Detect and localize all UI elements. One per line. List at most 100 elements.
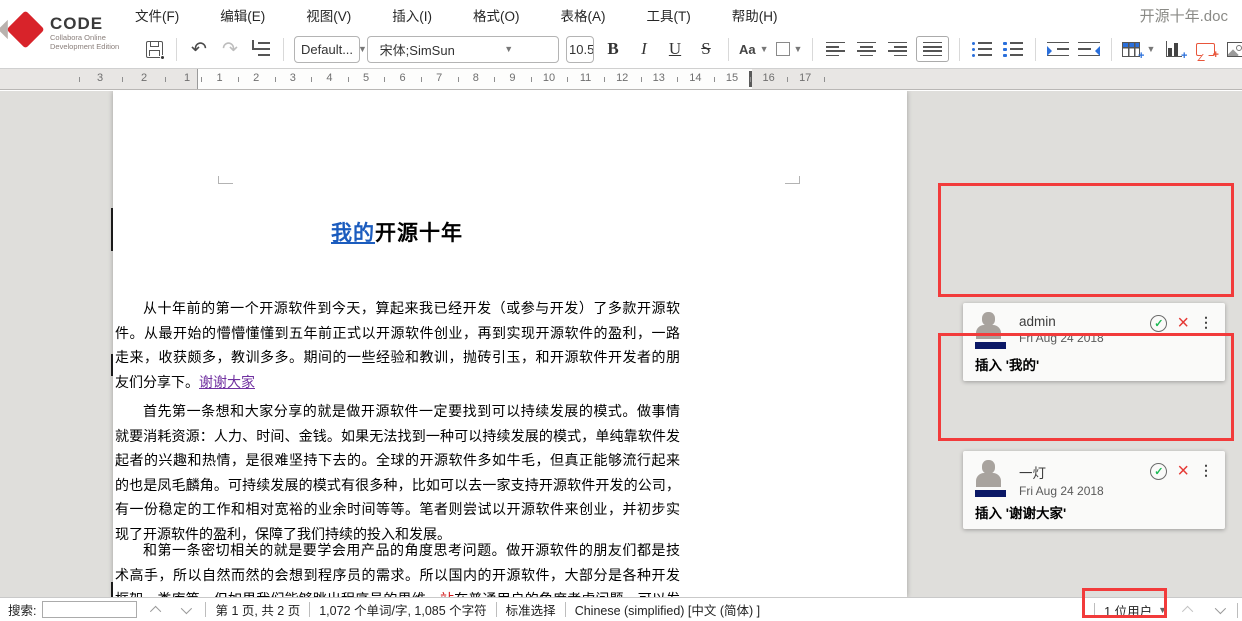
scroll-prev-button[interactable] — [1185, 603, 1193, 617]
ruler-number: 11 — [580, 72, 591, 84]
highlight-color-button[interactable]: ▼ — [776, 36, 803, 62]
page-number-status[interactable]: 第 1 页, 共 2 页 — [215, 600, 300, 619]
color-box-icon — [776, 42, 790, 56]
redo-icon: ↷ — [222, 40, 238, 59]
menu-view[interactable]: 视图(V) — [306, 5, 351, 25]
user-list-button[interactable]: 1 位用户▼ — [1104, 601, 1167, 620]
change-bar — [111, 354, 113, 376]
paragraph-3: 和第一条密切相关的就是要学会用产品的角度思考问题。做开源软件的朋友们都是技 术高… — [115, 538, 680, 597]
avatar — [975, 460, 1009, 498]
search-label: 搜索: — [8, 600, 36, 619]
save-button[interactable] — [142, 36, 166, 62]
insert-image-button[interactable] — [1224, 36, 1242, 62]
top-bar: CODE Collabora Online Development Editio… — [0, 0, 1242, 68]
comment-card-yideng[interactable]: 一灯 Fri Aug 24 2018 ✓ × ⋮ 插入 '谢谢大家' — [963, 451, 1225, 529]
comment-card-admin[interactable]: admin Fri Aug 24 2018 ✓ × ⋮ 插入 '我的' — [963, 303, 1225, 381]
comment-date: Fri Aug 24 2018 — [1019, 484, 1150, 498]
change-bar — [111, 208, 113, 251]
chevron-up-icon — [1182, 606, 1193, 617]
redo-button[interactable]: ↷ — [218, 36, 242, 62]
comment-menu-icon[interactable]: ⋮ — [1199, 315, 1213, 330]
menu-file[interactable]: 文件(F) — [135, 5, 179, 25]
ruler-number: 17 — [799, 72, 811, 84]
search-input[interactable] — [42, 601, 137, 618]
accept-change-icon[interactable]: ✓ — [1150, 463, 1167, 480]
align-right-icon — [888, 42, 907, 57]
logo-subtitle-1: Collabora Online — [50, 33, 119, 42]
align-right-button[interactable] — [885, 36, 909, 62]
align-justify-button[interactable] — [916, 36, 949, 62]
avatar — [975, 312, 1009, 350]
track-changes-button[interactable] — [249, 36, 273, 62]
menu-format[interactable]: 格式(O) — [473, 5, 520, 25]
ruler-number: 1 — [217, 72, 223, 84]
text-line: 和第一条密切相关的就是要学会用产品的角度思考问题。做开源软件的朋友们都是技 — [115, 538, 680, 563]
insert-chart-button[interactable]: + — [1162, 36, 1186, 62]
text-line: 的也是凤毛麟角。可持续发展的模式有很多种，比如可以去一家支持开源软件开发的公司， — [115, 473, 680, 498]
search-prev-button[interactable] — [153, 603, 161, 617]
font-name-select[interactable]: 宋体;SimSun▼ — [367, 36, 559, 63]
chevron-up-icon — [150, 605, 161, 616]
reject-change-icon[interactable]: × — [1177, 315, 1189, 331]
language-status[interactable]: Chinese (simplified) [中文 (简体) ] — [575, 600, 760, 619]
scroll-next-button[interactable] — [1215, 603, 1223, 617]
text-line: 框架、类库等。但如果我们能够跳出程序员的思维，站在普通用户的角度考虑问题，可以发 — [115, 587, 680, 597]
search-next-button[interactable] — [181, 603, 189, 617]
menu-help[interactable]: 帮助(H) — [732, 5, 778, 25]
undo-icon: ↶ — [191, 40, 207, 59]
ruler-number: 9 — [509, 72, 515, 84]
comment-date: Fri Aug 24 2018 — [1019, 331, 1150, 345]
bold-button[interactable]: B — [601, 36, 625, 62]
font-size-input[interactable]: 10.5 — [566, 36, 594, 63]
insert-table-icon: + — [1122, 42, 1140, 57]
text-line: 起者的兴趣和热情，是很难坚持下去的。全球的开源软件多如牛毛，但真正能够流行起来 — [115, 448, 680, 473]
text-line: 件。从最开始的懵懵懂懂到五年前正式以开源软件创业，再到实现开源软件的盈利，一路 — [115, 321, 680, 346]
document-canvas: 我的开源十年 从十年前的第一个开源软件到今天，算起来我已经开发（或参与开发）了多… — [0, 91, 1242, 597]
menu-insert[interactable]: 插入(I) — [392, 5, 432, 25]
chevron-down-icon: ▼ — [794, 44, 803, 54]
increase-indent-icon — [1047, 42, 1069, 57]
reject-change-icon[interactable]: × — [1177, 463, 1189, 479]
menu-edit[interactable]: 编辑(E) — [220, 5, 265, 25]
align-left-icon — [826, 42, 845, 57]
accept-change-icon[interactable]: ✓ — [1150, 315, 1167, 332]
ruler-number: 16 — [762, 72, 774, 84]
text-line: 走来，收获颇多，教训多多。期间的一些经验和教训，抛砖引玉，和开源软件开发者的朋 — [115, 345, 680, 370]
comment-menu-icon[interactable]: ⋮ — [1199, 463, 1213, 478]
tracked-insertion-blue: 我的 — [331, 222, 375, 245]
doc-heading: 我的开源十年 — [115, 217, 679, 247]
increase-indent-button[interactable] — [1046, 36, 1070, 62]
italic-button[interactable]: I — [632, 36, 656, 62]
numbered-list-icon — [1003, 42, 1023, 57]
ruler-number: 4 — [326, 72, 332, 84]
track-changes-icon — [252, 42, 270, 56]
underline-button[interactable]: U — [663, 36, 687, 62]
insert-comment-icon: + — [1196, 43, 1215, 56]
bullet-list-icon — [972, 42, 992, 57]
selection-mode-status[interactable]: 标准选择 — [506, 600, 556, 619]
paragraph-style-select[interactable]: Default...▼ — [294, 36, 360, 63]
insert-table-button[interactable]: +▼ — [1122, 36, 1155, 62]
undo-button[interactable]: ↶ — [187, 36, 211, 62]
align-center-button[interactable] — [854, 36, 878, 62]
paragraph-2: 首先第一条想和大家分享的就是做开源软件一定要找到可以持续发展的模式。做事情 就要… — [115, 399, 680, 546]
ruler-number: 10 — [543, 72, 555, 84]
ruler-number: 1 — [184, 72, 190, 84]
decrease-indent-button[interactable] — [1077, 36, 1101, 62]
ruler[interactable]: 3211234567891011121314151617 — [0, 68, 1242, 90]
strikethrough-button[interactable]: S — [694, 36, 718, 62]
align-center-icon — [857, 42, 876, 57]
toolbar: ↶ ↷ Default...▼ 宋体;SimSun▼ 10.5 B I U S … — [142, 31, 1242, 67]
word-count-status[interactable]: 1,072 个单词/字, 1,085 个字符 — [319, 600, 486, 619]
numbered-list-button[interactable] — [1001, 36, 1025, 62]
character-case-button[interactable]: Aa▼ — [739, 36, 769, 62]
chevron-down-icon: ▼ — [1158, 605, 1167, 615]
chevron-down-icon — [181, 602, 192, 613]
bullet-list-button[interactable] — [970, 36, 994, 62]
logo-subtitle-2: Development Edition — [50, 42, 119, 51]
align-left-button[interactable] — [823, 36, 847, 62]
menu-table[interactable]: 表格(A) — [561, 5, 606, 25]
insert-comment-button[interactable]: + — [1193, 36, 1217, 62]
menu-tools[interactable]: 工具(T) — [647, 5, 691, 25]
document-title: 开源十年.doc — [1140, 5, 1228, 26]
